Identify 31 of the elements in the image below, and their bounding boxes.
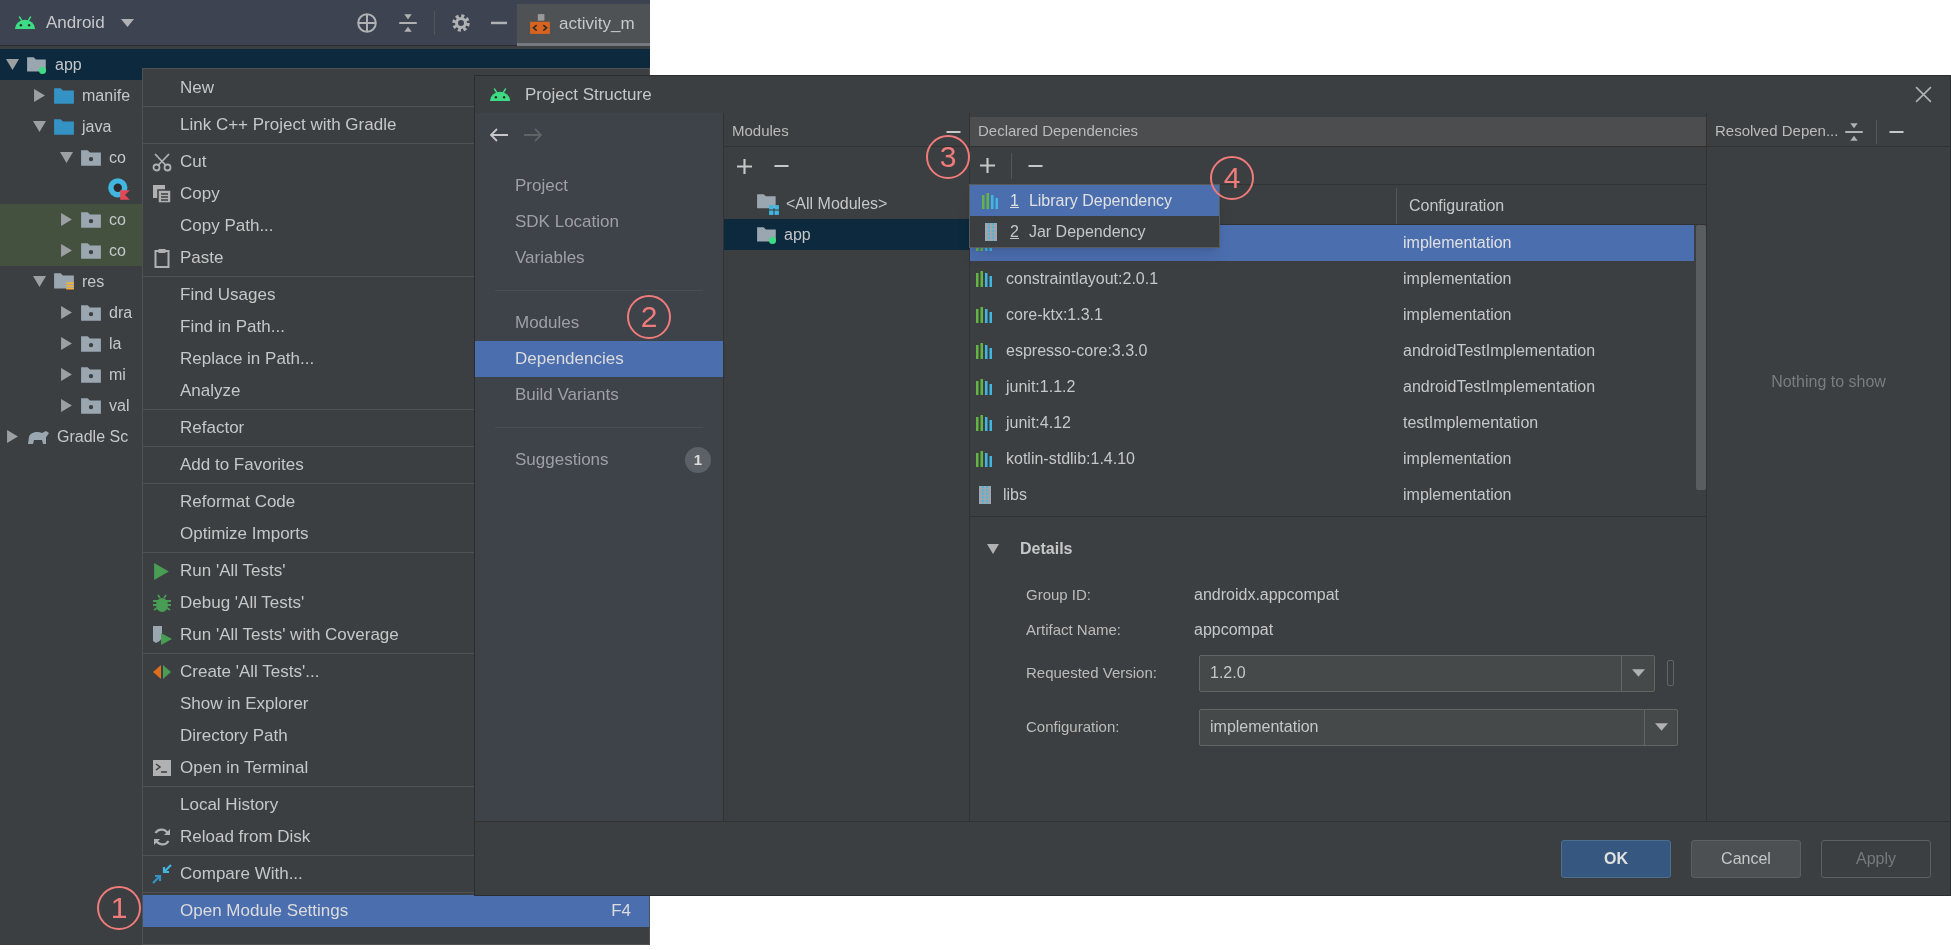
table-cell-text: junit:1.1.2 [1006,377,1076,397]
panel-title: Declared Dependencies [978,121,1139,142]
table-cell-text: libs [1003,485,1027,505]
table-cell-text: implementation [1402,269,1512,289]
dialog-title: Project Structure [525,83,652,106]
table-cell-text: kotlin-stdlib:1.4.10 [1006,449,1135,469]
empty-message: Nothing to show [1771,372,1886,392]
table-cell-text: constraintlayout:2.0.1 [1006,269,1159,289]
panel-title: Resolved Depen... [1715,121,1839,142]
field-value: appcompat [1194,620,1274,640]
panel-title: Modules [732,121,789,142]
table-cell-text: junit:4.12 [1006,413,1071,433]
table-cell-text: androidTestImplementation [1402,377,1596,397]
count-badge: 1 [685,447,711,473]
field-label: Artifact Name: [1026,619,1123,640]
field-value: androidx.appcompat [1194,585,1339,605]
table-cell-text: androidTestImplementation [1402,341,1596,361]
table-cell-text: espresso-core:3.3.0 [1006,341,1148,361]
field-label: Group ID: [1026,584,1093,605]
field-label: Configuration: [1026,716,1121,737]
step-number-marker: 4 [1210,156,1254,200]
table-cell-text: core-ktx:1.3.1 [1006,305,1103,325]
step-number-marker: 1 [97,886,141,930]
table-cell-text: implementation [1402,485,1512,505]
table-cell-text: testImplementation [1402,413,1539,433]
field-label: Requested Version: [1026,662,1158,683]
step-number-marker: 2 [627,295,671,339]
table-cell-text: implementation [1402,449,1512,469]
step-number-marker: 3 [926,135,970,179]
table-cell-text: implementation [1402,233,1512,253]
table-cell-text: implementation [1402,305,1512,325]
